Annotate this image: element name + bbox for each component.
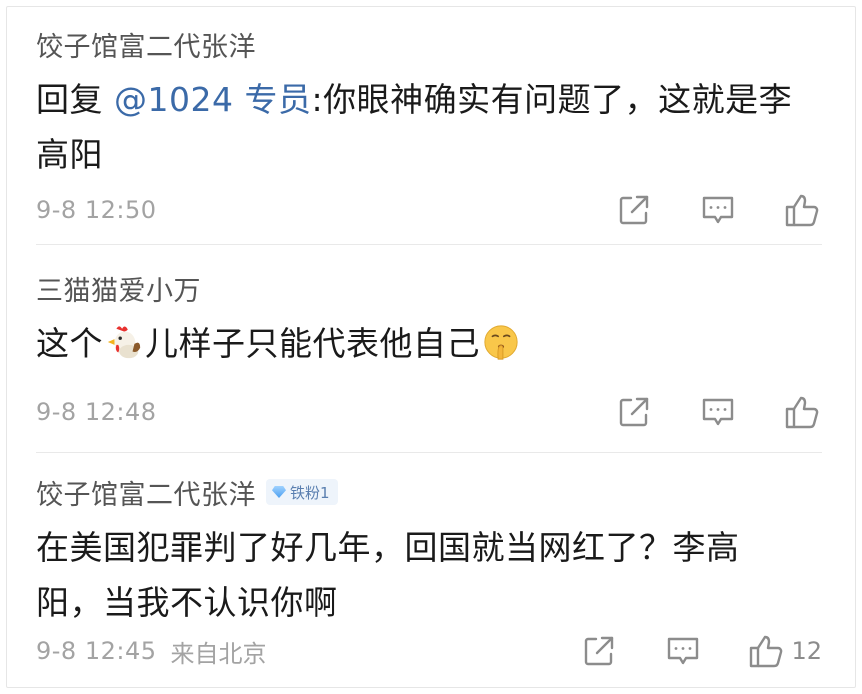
reply-prefix: 回复 [36,80,103,119]
comment-text: 回复 @1024 专员:你眼神确实有问题了，这就是李 高阳 [36,72,822,182]
comment-icon [702,398,734,426]
thumbs-up-icon [750,635,783,668]
share-button[interactable] [614,190,654,230]
diamond-icon [272,486,286,498]
comment-location: 来自北京 [170,639,267,668]
comment-text-line2: 高阳 [36,135,103,174]
comment-item: 饺子馆富二代张洋 铁粉1 在美国犯罪判了好几年，回国就当网红了？李高 阳，当我不… [36,470,822,685]
thumbs-up-icon [785,194,819,227]
share-icon [585,636,614,666]
share-button[interactable] [579,631,619,671]
shushing-face-emoji [484,324,518,360]
comment-text: 在美国犯罪判了好几年，回国就当网红了？李高 阳，当我不认识你啊 [36,520,822,630]
comment-text-line2: 阳，当我不认识你啊 [36,583,338,622]
comment-button[interactable] [698,392,738,432]
fan-badge[interactable]: 铁粉1 [266,479,338,505]
comment-item: 饺子馆富二代张洋 回复 @1024 专员:你眼神确实有问题了，这就是李 高阳 9… [36,22,822,244]
mention-link[interactable]: @1024 专员 [114,80,311,119]
comment-text-part1: 这个 [36,324,103,363]
comment-icon [668,637,699,665]
comment-time: 9-8 12:48 [36,398,157,426]
fan-badge-label: 铁粉1 [290,483,330,502]
comment-username[interactable]: 饺子馆富二代张洋 [36,25,256,64]
thumbs-up-icon [785,396,819,429]
comment-item: 三猫猫爱小万 这个 儿样子只能代表他自己 9-8 12:48 [36,266,822,446]
divider [36,244,822,245]
comment-text-line1: 在美国犯罪判了好几年，回国就当网红了？李高 [36,528,740,567]
comment-text-part2: 儿样子只能代表他自己 [145,324,480,363]
share-icon [619,397,649,427]
comment-username[interactable]: 饺子馆富二代张洋 [36,473,256,512]
share-icon [619,195,649,225]
comment-time: 9-8 12:45 [36,637,157,665]
rooster-emoji [107,325,141,358]
like-button[interactable] [782,392,822,432]
divider [36,452,822,453]
comment-button[interactable] [663,631,703,671]
comment-icon [702,196,734,224]
share-button[interactable] [614,392,654,432]
like-button[interactable] [782,190,822,230]
comment-text: 这个 儿样子只能代表他自己 [36,316,822,371]
comment-username[interactable]: 三猫猫爱小万 [36,269,201,308]
comment-time: 9-8 12:50 [36,196,157,224]
like-count: 12 [791,637,822,665]
comment-button[interactable] [698,190,738,230]
like-button[interactable]: 12 [747,632,822,670]
comment-text-line1: :你眼神确实有问题了，这就是李 [311,80,793,119]
